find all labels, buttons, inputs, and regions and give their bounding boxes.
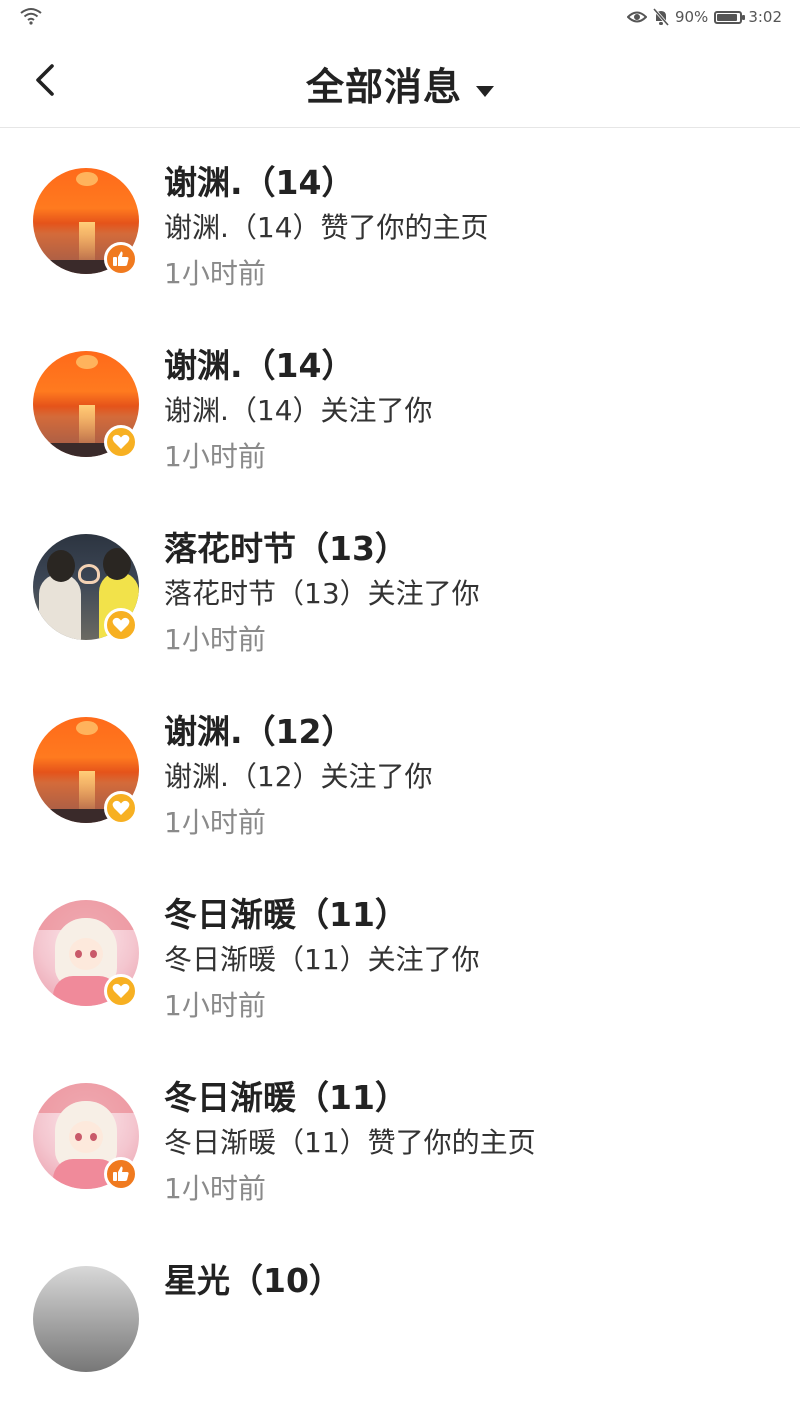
list-item[interactable]: 星光（10） <box>0 1226 800 1409</box>
message-text: 冬日渐暖（11）赞了你的主页 <box>164 1126 536 1159</box>
sender-name: 谢渊.（14） <box>164 163 355 202</box>
eye-icon <box>626 11 647 23</box>
heart-icon <box>112 800 130 815</box>
follow-badge <box>104 791 138 825</box>
top-bar: 全部消息 <box>0 34 800 128</box>
message-list: 谢渊.（14） 谢渊.（14）赞了你的主页 1小时前 谢渊.（14） 谢渊.（1… <box>0 128 800 1409</box>
list-item[interactable]: 冬日渐暖（11） 冬日渐暖（11）关注了你 1小时前 <box>0 860 800 1043</box>
thumbs-up-icon <box>113 251 129 266</box>
thumbs-up-icon <box>113 1166 129 1181</box>
sender-name: 谢渊.（14） <box>164 346 355 385</box>
list-item[interactable]: 落花时节（13） 落花时节（13）关注了你 1小时前 <box>0 494 800 677</box>
sender-name: 冬日渐暖（11） <box>164 895 408 934</box>
page-title: 全部消息 <box>305 65 462 109</box>
sender-name: 冬日渐暖（11） <box>164 1078 408 1117</box>
message-time: 1小时前 <box>164 623 266 656</box>
follow-badge <box>104 608 138 642</box>
sender-name: 星光（10） <box>164 1261 342 1300</box>
status-bar: 90% 3:02 <box>0 0 800 34</box>
heart-icon <box>112 434 130 449</box>
battery-icon <box>714 10 746 24</box>
message-text: 冬日渐暖（11）关注了你 <box>164 943 480 976</box>
list-item[interactable]: 谢渊.（14） 谢渊.（14）关注了你 1小时前 <box>0 311 800 494</box>
sender-name: 落花时节（13） <box>164 529 408 568</box>
wifi-icon <box>20 8 42 25</box>
battery-level <box>717 13 738 21</box>
heart-icon <box>112 983 130 998</box>
list-item[interactable]: 谢渊.（14） 谢渊.（14）赞了你的主页 1小时前 <box>0 128 800 311</box>
follow-badge <box>104 425 138 459</box>
follow-badge <box>104 974 138 1008</box>
like-badge <box>104 242 138 276</box>
message-text: 谢渊.（14）赞了你的主页 <box>164 211 489 244</box>
sender-name: 谢渊.（12） <box>164 712 355 751</box>
heart-icon <box>112 617 130 632</box>
caret-down-icon <box>476 86 494 97</box>
message-time: 1小时前 <box>164 257 266 290</box>
avatar[interactable] <box>33 1266 139 1372</box>
message-time: 1小时前 <box>164 989 266 1022</box>
list-item[interactable]: 谢渊.（12） 谢渊.（12）关注了你 1小时前 <box>0 677 800 860</box>
list-item[interactable]: 冬日渐暖（11） 冬日渐暖（11）赞了你的主页 1小时前 <box>0 1043 800 1226</box>
title-dropdown[interactable]: 全部消息 <box>0 56 800 111</box>
message-time: 1小时前 <box>164 806 266 839</box>
message-time: 1小时前 <box>164 1172 266 1205</box>
battery-percent: 90% <box>674 8 709 26</box>
message-text: 谢渊.（14）关注了你 <box>164 394 433 427</box>
bell-off-icon <box>652 8 669 26</box>
message-time: 1小时前 <box>164 440 266 473</box>
like-badge <box>104 1157 138 1191</box>
message-text: 谢渊.（12）关注了你 <box>164 760 433 793</box>
message-text: 落花时节（13）关注了你 <box>164 577 480 610</box>
clock: 3:02 <box>748 8 782 26</box>
